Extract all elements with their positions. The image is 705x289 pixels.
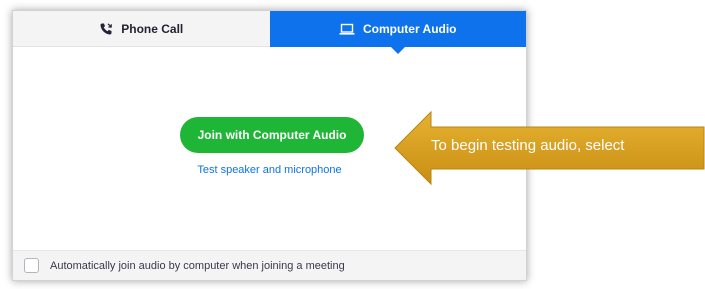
auto-join-checkbox[interactable] xyxy=(24,258,39,273)
callout-text: To begin testing audio, select xyxy=(431,137,625,154)
tab-computer-audio-label: Computer Audio xyxy=(362,22,457,36)
dialog-footer: Automatically join audio by computer whe… xyxy=(13,250,526,280)
tab-phone-call[interactable]: Phone Call xyxy=(13,11,270,47)
tab-phone-call-label: Phone Call xyxy=(121,21,184,36)
auto-join-label: Automatically join audio by computer whe… xyxy=(50,259,345,272)
tab-computer-audio[interactable]: Computer Audio xyxy=(269,11,526,54)
screenshot-stage: Phone Call Computer Audio Join with Comp… xyxy=(0,0,705,289)
join-computer-audio-button[interactable]: Join with Computer Audio xyxy=(180,117,364,153)
laptop-icon xyxy=(339,23,355,36)
instruction-callout-arrow: To begin testing audio, select xyxy=(394,110,705,186)
audio-tabs: Phone Call Computer Audio xyxy=(13,11,526,54)
phone-icon xyxy=(99,22,113,36)
